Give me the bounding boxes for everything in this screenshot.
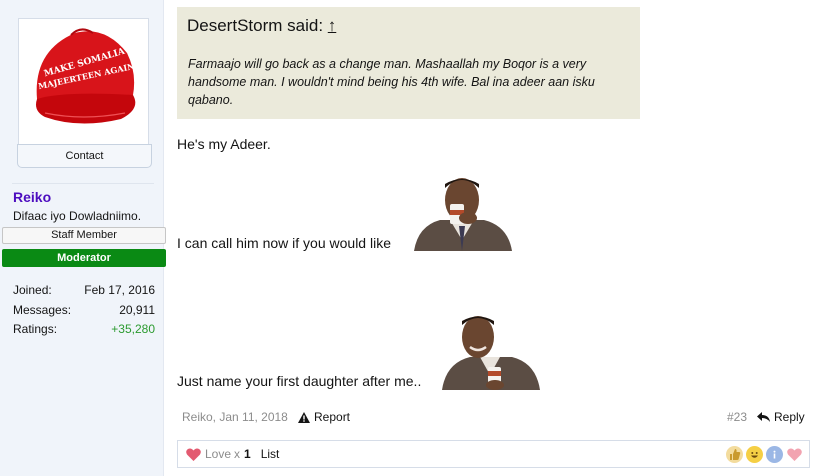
heart-icon[interactable] [786, 446, 803, 463]
quote-block: DesertStorm said: ↑ Farmaajo will go bac… [177, 7, 640, 119]
report-button[interactable]: Report [298, 410, 350, 424]
staff-member-banner: Staff Member [2, 227, 166, 244]
reply-label: Reply [774, 410, 805, 424]
reactions-bar: Love x 1 List [177, 440, 810, 468]
quote-jump-link[interactable]: ↑ [328, 16, 337, 35]
user-sidebar: MAKE SOMALIA MAJEERTEEN AGAIN Contact Re… [0, 0, 166, 476]
reaction-buttons [726, 446, 803, 463]
reaction-summary: Love x 1 List [186, 447, 279, 461]
warning-icon [298, 411, 310, 423]
stat-messages: Messages: 20,911 [13, 303, 155, 317]
quote-header: DesertStorm said: ↑ [187, 16, 336, 36]
reaction-gif-image [440, 313, 541, 390]
reaction-list-link[interactable]: List [261, 447, 280, 461]
post-number-link[interactable]: #23 [727, 410, 747, 424]
sidebar-divider [12, 183, 154, 184]
reaction-times: x [234, 447, 241, 461]
heart-icon [186, 448, 201, 461]
stat-value[interactable]: 20,911 [119, 303, 155, 317]
username-link[interactable]: Reiko [13, 189, 51, 205]
reaction-count: 1 [244, 447, 251, 461]
stat-ratings: Ratings: +35,280 [13, 322, 155, 336]
laugh-icon[interactable] [746, 446, 763, 463]
avatar[interactable]: MAKE SOMALIA MAJEERTEEN AGAIN [23, 21, 143, 133]
message-line: I can call him now if you would like [177, 235, 391, 251]
info-icon[interactable] [766, 446, 783, 463]
reaction-gif-image [410, 174, 514, 251]
stat-joined: Joined: Feb 17, 2016 [13, 283, 155, 297]
reply-button[interactable]: Reply [757, 410, 805, 424]
moderator-banner: Moderator [2, 249, 166, 267]
message-line: He's my Adeer. [177, 136, 271, 152]
post-meta[interactable]: Reiko, Jan 11, 2018 [182, 410, 288, 424]
reply-arrow-icon [757, 412, 770, 422]
quote-text: Farmaajo will go back as a change man. M… [188, 57, 595, 107]
user-title: Difaac iyo Dowladniimo. [13, 209, 142, 223]
thumbs-up-icon[interactable] [726, 446, 743, 463]
stat-label: Messages: [13, 303, 72, 317]
reaction-label: Love [205, 447, 232, 461]
message-line: Just name your first daughter after me.. [177, 373, 422, 389]
quote-author: DesertStorm said: [187, 16, 328, 35]
stat-value: +35,280 [111, 322, 155, 336]
stat-value: Feb 17, 2016 [84, 283, 155, 297]
stat-label: Ratings: [13, 322, 58, 336]
contact-button[interactable]: Contact [17, 144, 152, 168]
avatar-frame: MAKE SOMALIA MAJEERTEEN AGAIN Contact [17, 18, 152, 168]
stat-label: Joined: [13, 283, 52, 297]
report-label: Report [314, 410, 351, 424]
